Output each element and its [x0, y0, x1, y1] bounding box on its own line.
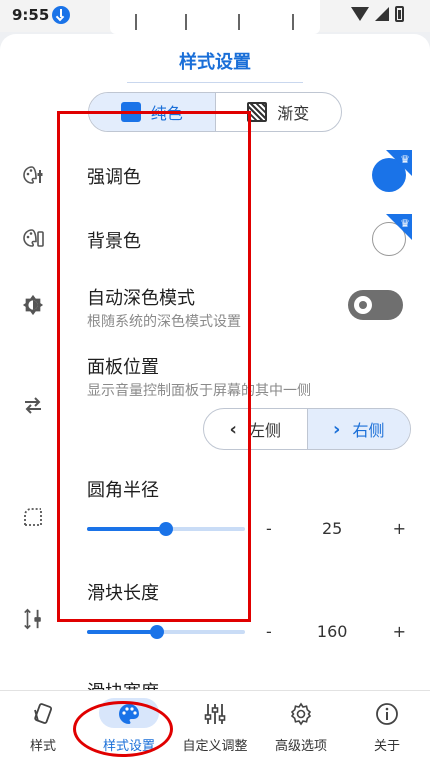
style-icon [30, 701, 56, 727]
sliders-icon [202, 701, 228, 727]
increase-button[interactable]: + [393, 622, 406, 641]
annotation-highlight-box [57, 111, 251, 622]
position-left-label: 左侧 [248, 421, 281, 440]
bottom-navigation: 样式 样式设置 自定义调整 高级选项 关于 [0, 690, 430, 765]
nav-label-about: 关于 [373, 739, 400, 754]
wifi-icon [351, 7, 369, 21]
crown-icon: ♛ [400, 153, 410, 166]
corner-radius-value: 25 [322, 519, 343, 538]
position-right-label: 右侧 [352, 421, 385, 440]
battery-icon [395, 6, 404, 22]
slider-length-icon [22, 608, 44, 630]
palette-icon [22, 227, 44, 249]
page-title: 样式设置 [179, 52, 251, 73]
decrease-button[interactable]: - [266, 519, 272, 538]
fill-gradient-label: 渐变 [277, 104, 310, 123]
decrease-button[interactable]: - [266, 622, 272, 641]
nav-label-style: 样式 [29, 739, 56, 754]
corner-radius-stepper: - 25 + [266, 519, 406, 538]
slider-length-value: 160 [316, 622, 348, 641]
corner-radius-icon [22, 506, 44, 528]
nav-label-custom-adjust: 自定义调整 [182, 739, 248, 754]
nav-label-advanced: 高级选项 [274, 739, 327, 754]
title-divider [127, 82, 303, 83]
brightness-icon [22, 294, 44, 316]
position-right-button[interactable]: › 右侧 [306, 409, 410, 449]
gear-icon [288, 701, 314, 727]
download-icon [52, 6, 70, 24]
volume-panel-preview [110, 0, 320, 34]
nav-item-about[interactable]: 关于 [344, 691, 430, 765]
slider-length-slider[interactable] [87, 625, 245, 639]
palette-icon [22, 164, 44, 186]
toggle-knob [354, 296, 372, 314]
auto-dark-toggle[interactable] [348, 290, 403, 320]
background-color-swatch[interactable]: ♛ [372, 214, 412, 256]
nav-item-advanced[interactable]: 高级选项 [258, 691, 344, 765]
slider-length-stepper: - 160 + [266, 622, 406, 641]
system-icons [351, 6, 404, 22]
slider-fill [87, 630, 157, 634]
nav-item-custom-adjust[interactable]: 自定义调整 [172, 691, 258, 765]
increase-button[interactable]: + [393, 519, 406, 538]
accent-color-swatch[interactable]: ♛ [372, 150, 412, 192]
annotation-highlight-ellipse [73, 701, 173, 757]
signal-icon [375, 7, 389, 21]
slider-thumb[interactable] [149, 625, 164, 639]
status-time: 9:55 [12, 6, 50, 24]
slider-width-label: 滑块宽度 [87, 678, 159, 690]
crown-icon: ♛ [400, 217, 410, 230]
chevron-right-icon: › [333, 418, 341, 440]
info-icon [374, 701, 400, 727]
swap-horizontal-icon [22, 394, 44, 416]
